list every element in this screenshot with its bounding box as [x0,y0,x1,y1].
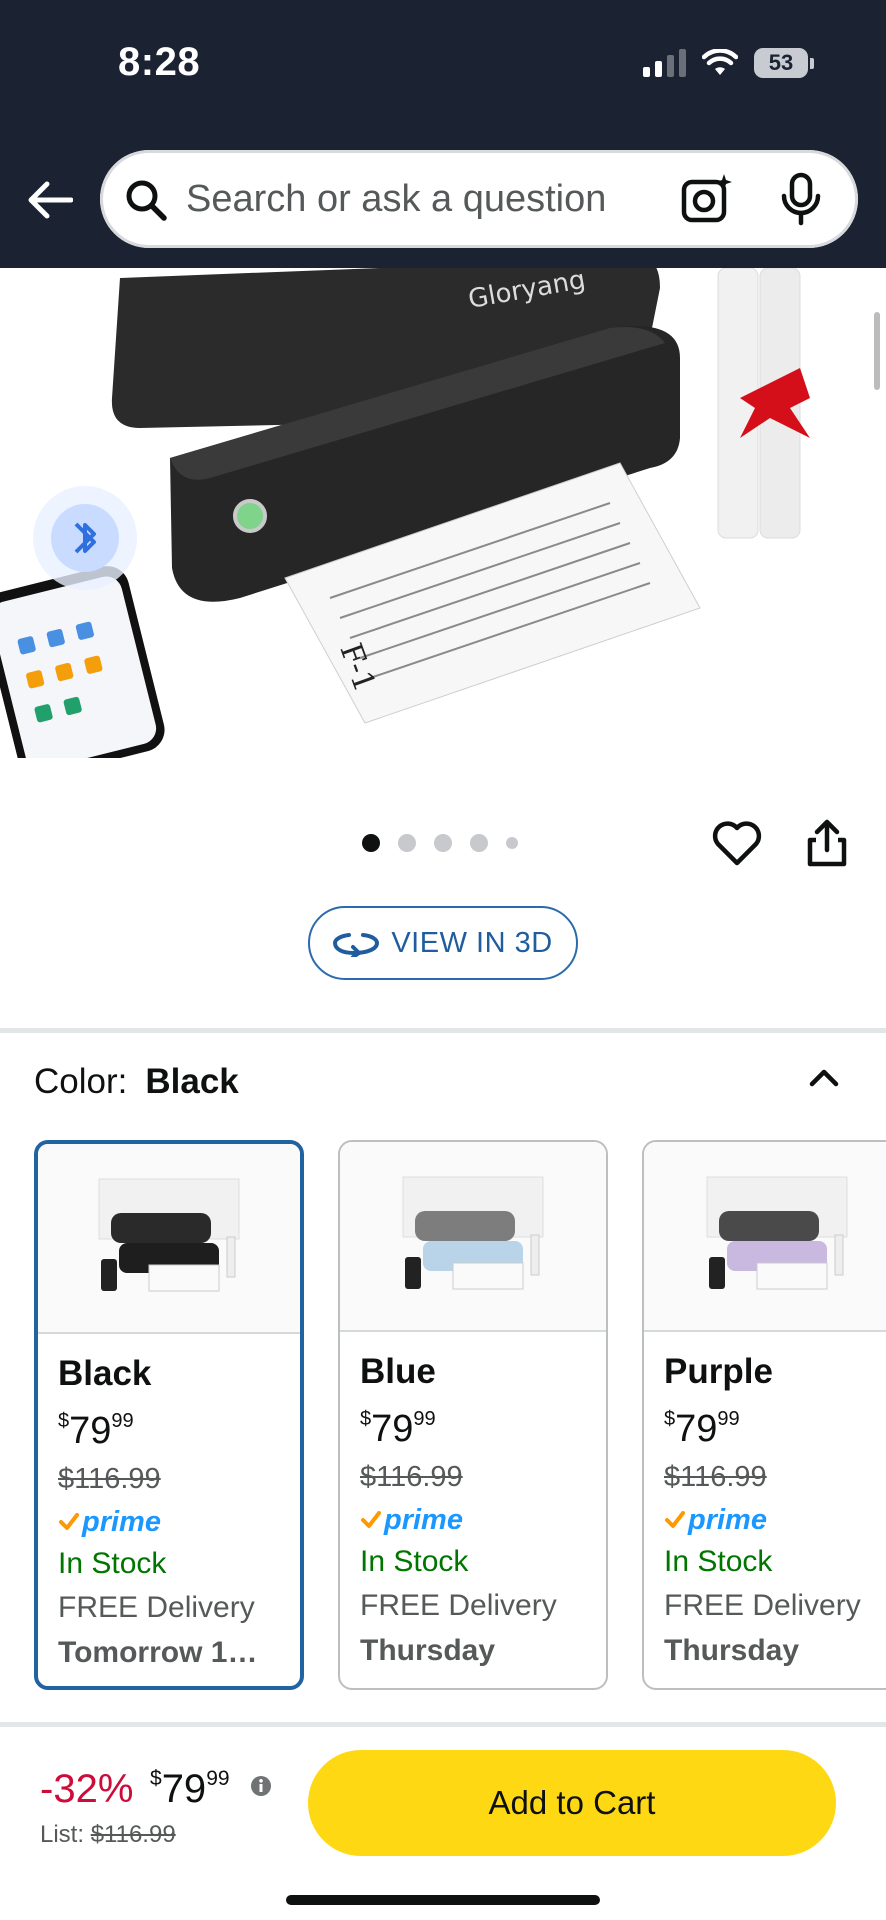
variant-list-price: $116.99 [360,1461,463,1493]
delivery-label: FREE Delivery [664,1589,861,1622]
carousel-dot[interactable] [470,834,488,852]
stock-status: In Stock [664,1545,773,1578]
home-indicator[interactable] [286,1895,600,1905]
variant-card-purple[interactable]: Purple $7999 $116.99 prime In Stock FREE… [642,1140,886,1690]
printer-photo: Gloryang F-1 [0,268,886,758]
wishlist-button[interactable] [710,816,764,870]
search-input[interactable]: Search or ask a question [186,178,606,221]
product-image[interactable]: Gloryang F-1 [0,268,886,758]
variant-card-black[interactable]: Black $7999 $116.99 prime In Stock FREE … [34,1140,304,1690]
list-price: List: $116.99 [40,1821,176,1848]
carousel-dot[interactable] [362,834,380,852]
info-icon[interactable] [250,1775,272,1797]
scrollbar[interactable] [874,312,880,390]
check-icon [361,1511,381,1528]
section-divider [0,1028,886,1033]
delivery-date: Thursday [360,1634,496,1667]
arrow-left-icon [28,181,73,219]
variant-list[interactable]: Black $7999 $116.99 prime In Stock FREE … [34,1140,886,1690]
share-icon [807,819,847,867]
search-bar[interactable]: Search or ask a question [100,150,858,248]
stock-status: In Stock [58,1547,167,1580]
delivery-date: Thursday [664,1634,800,1667]
variant-thumbnail [644,1142,886,1332]
prime-badge: prime [360,1500,596,1540]
stock-status: In Stock [360,1545,469,1578]
variant-name: Blue [360,1352,436,1391]
variant-thumbnail [38,1144,300,1334]
add-to-cart-button[interactable]: Add to Cart [308,1750,836,1856]
variant-price: $7999 [58,1410,134,1452]
camera-lens-icon[interactable] [680,172,736,226]
check-icon [665,1511,685,1528]
variant-card-blue[interactable]: Blue $7999 $116.99 prime In Stock FREE D… [338,1140,608,1690]
delivery-label: FREE Delivery [58,1591,255,1624]
battery-icon: 53 [754,48,814,78]
color-label: Color: [34,1062,128,1101]
carousel-dot[interactable] [506,837,518,849]
selected-color: Black [145,1062,239,1101]
status-icons: 53 [643,48,814,78]
share-button[interactable] [800,816,854,870]
carousel-dots[interactable] [362,834,518,852]
back-button[interactable] [24,172,76,228]
view-in-3d-label: VIEW IN 3D [391,926,553,959]
chevron-up-icon [809,1069,839,1087]
delivery-label: FREE Delivery [360,1589,557,1622]
delivery-date: Tomorrow 1… [58,1636,258,1669]
prime-badge: prime [58,1502,290,1542]
top-header: 8:28 53 Search or ask a question [0,0,886,268]
status-time: 8:28 [118,40,201,84]
current-price: $7999 [150,1767,230,1811]
carousel-dot[interactable] [398,834,416,852]
heart-icon [712,821,762,866]
variant-thumbnail [340,1142,606,1332]
variant-name: Black [58,1354,152,1393]
color-selector-header: Color: Black [34,1062,239,1102]
prime-badge: prime [664,1500,886,1540]
wifi-icon [702,49,738,75]
variant-price: $7999 [360,1408,436,1450]
collapse-button[interactable] [804,1058,844,1098]
search-icon [126,180,167,221]
variant-list-price: $116.99 [664,1461,767,1493]
variant-price: $7999 [664,1408,740,1450]
variant-list-price: $116.99 [58,1463,161,1495]
carousel-dot[interactable] [434,834,452,852]
variant-name: Purple [664,1352,773,1391]
microphone-icon[interactable] [780,172,822,226]
buy-bar: -32% $7999 List: $116.99 Add to Cart [0,1727,886,1920]
signal-icon [643,49,686,77]
check-icon [59,1513,79,1530]
view-in-3d-button[interactable]: VIEW IN 3D [308,906,578,980]
rotate-3d-icon [333,933,380,957]
discount-percent: -32% [40,1767,134,1811]
